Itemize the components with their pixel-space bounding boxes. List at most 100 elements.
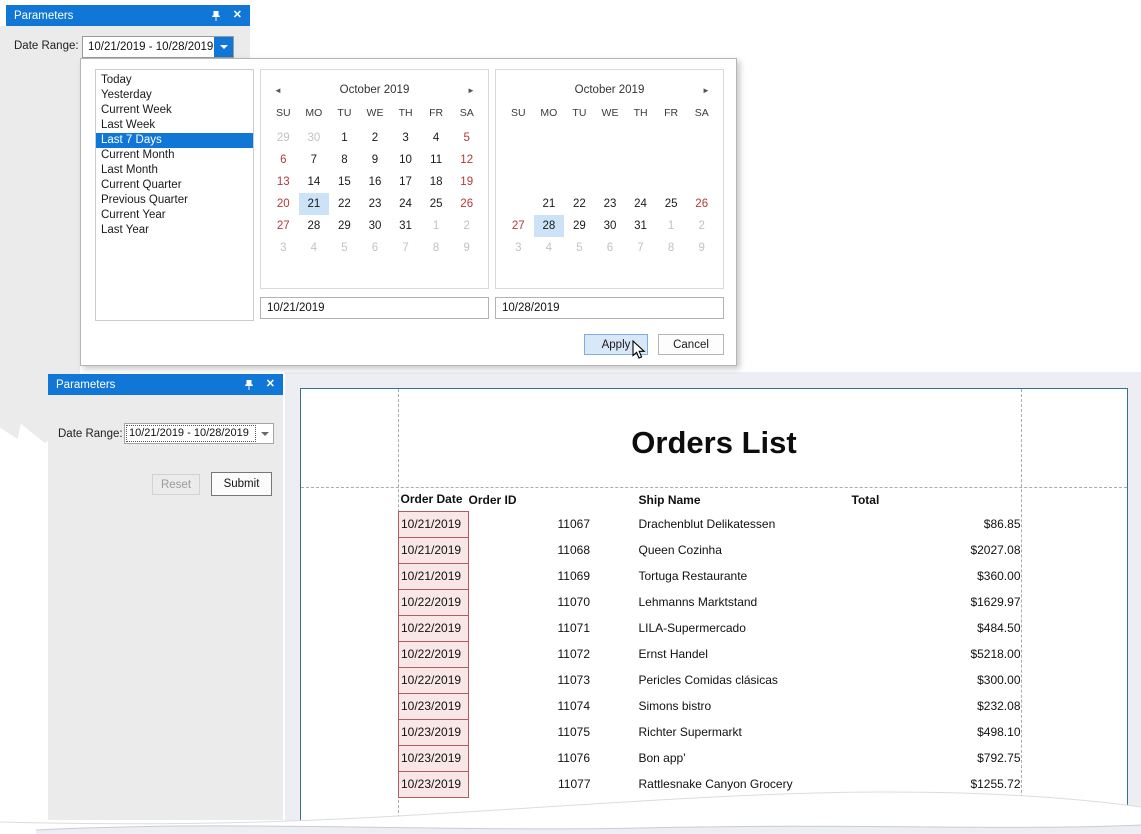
calendar-day[interactable]: 28 (534, 215, 565, 237)
calendar-day[interactable]: 30 (595, 215, 626, 237)
calendar-day[interactable]: 18 (421, 171, 452, 193)
calendar-day[interactable]: 8 (329, 149, 360, 171)
weekday-label: SU (268, 107, 299, 119)
calendar-day[interactable]: 27 (268, 215, 299, 237)
calendar-day[interactable]: 31 (390, 215, 421, 237)
calendar-day[interactable]: 30 (360, 215, 391, 237)
calendar-day[interactable]: 31 (625, 215, 656, 237)
calendar-day[interactable]: 5 (329, 237, 360, 259)
calendar-day[interactable]: 1 (329, 127, 360, 149)
calendar-day[interactable]: 12 (451, 149, 482, 171)
calendar-day[interactable]: 15 (329, 171, 360, 193)
calendar-day[interactable]: 21 (299, 193, 330, 215)
preset-item[interactable]: Current Week (96, 103, 253, 118)
calendar-day[interactable]: 1 (421, 215, 452, 237)
calendar-day[interactable]: 4 (421, 127, 452, 149)
reset-button[interactable]: Reset (152, 474, 200, 495)
calendar-day[interactable]: 7 (625, 237, 656, 259)
date-range-combobox-input[interactable] (83, 37, 214, 57)
date-range-combobox[interactable] (82, 36, 234, 58)
calendar-day[interactable]: 22 (564, 193, 595, 215)
calendar-day[interactable]: 2 (451, 215, 482, 237)
preset-item[interactable]: Last Year (96, 223, 253, 238)
calendar-day[interactable]: 29 (564, 215, 595, 237)
calendar-day[interactable]: 2 (360, 127, 391, 149)
preset-item[interactable]: Current Quarter (96, 178, 253, 193)
calendar-day[interactable]: 23 (595, 193, 626, 215)
calendar-day[interactable]: 21 (534, 193, 565, 215)
calendar-day[interactable]: 10 (390, 149, 421, 171)
date-range-label: Date Range: (14, 40, 79, 52)
date-range-combobox-value[interactable]: 10/21/2019 - 10/28/2019 (126, 425, 256, 442)
col-header-order-id: Order ID (469, 488, 599, 511)
calendar-day[interactable]: 29 (268, 127, 299, 149)
calendar-day[interactable]: 17 (390, 171, 421, 193)
calendar-day[interactable]: 25 (421, 193, 452, 215)
calendar-day[interactable]: 19 (451, 171, 482, 193)
calendar-next-icon[interactable]: ► (466, 86, 476, 95)
calendar-day[interactable]: 8 (421, 237, 452, 259)
cancel-button[interactable]: Cancel (658, 334, 724, 355)
preset-item[interactable]: Last 7 Days (96, 133, 253, 148)
dropdown-button[interactable] (214, 37, 233, 57)
calendar-day[interactable]: 4 (534, 237, 565, 259)
calendar-day[interactable]: 24 (625, 193, 656, 215)
calendar-day[interactable]: 9 (360, 149, 391, 171)
calendar-day[interactable]: 6 (268, 149, 299, 171)
preset-item[interactable]: Today (96, 73, 253, 88)
calendar-next-icon[interactable]: ► (701, 86, 711, 95)
calendar-day[interactable]: 9 (451, 237, 482, 259)
ship-name-cell: Tortuga Restaurante (599, 563, 852, 589)
submit-button[interactable]: Submit (211, 472, 272, 496)
calendar-day[interactable]: 7 (390, 237, 421, 259)
order-date-cell: 10/21/2019 (399, 537, 469, 563)
calendar-day[interactable]: 3 (503, 237, 534, 259)
pin-icon[interactable] (211, 10, 221, 22)
date-range-combobox[interactable]: 10/21/2019 - 10/28/2019 (124, 423, 274, 444)
preset-item[interactable]: Yesterday (96, 88, 253, 103)
preset-item[interactable]: Current Year (96, 208, 253, 223)
preset-item[interactable]: Previous Quarter (96, 193, 253, 208)
calendar-day[interactable]: 6 (360, 237, 391, 259)
calendar-day[interactable]: 28 (299, 215, 330, 237)
calendar-day[interactable]: 25 (656, 193, 687, 215)
calendar-day[interactable]: 13 (268, 171, 299, 193)
pin-icon[interactable] (244, 379, 254, 391)
calendar-day[interactable]: 7 (299, 149, 330, 171)
end-date-input[interactable] (495, 297, 724, 319)
start-date-input[interactable] (260, 297, 489, 319)
preset-item[interactable]: Current Month (96, 148, 253, 163)
calendar-day[interactable]: 6 (595, 237, 626, 259)
close-icon[interactable]: ✕ (266, 379, 275, 390)
calendar-day[interactable]: 5 (451, 127, 482, 149)
dropdown-button[interactable] (257, 424, 273, 443)
order-id-cell: 11069 (469, 563, 599, 589)
calendar-day[interactable]: 11 (421, 149, 452, 171)
calendar-day[interactable]: 26 (686, 193, 717, 215)
parameters-panel-titlebar: Parameters ✕ (6, 5, 250, 26)
calendar-day[interactable]: 8 (656, 237, 687, 259)
close-icon[interactable]: ✕ (233, 10, 242, 21)
calendar-day[interactable]: 30 (299, 127, 330, 149)
weekday-label: MO (299, 107, 330, 119)
calendar-day[interactable]: 16 (360, 171, 391, 193)
calendar-day[interactable]: 5 (564, 237, 595, 259)
calendar-day[interactable]: 9 (686, 237, 717, 259)
calendar-day[interactable]: 29 (329, 215, 360, 237)
calendar-day[interactable]: 24 (390, 193, 421, 215)
calendar-day[interactable]: 22 (329, 193, 360, 215)
calendar-day[interactable]: 23 (360, 193, 391, 215)
calendar-day[interactable]: 4 (299, 237, 330, 259)
calendar-prev-icon[interactable]: ◄ (273, 86, 283, 95)
calendar-day[interactable]: 14 (299, 171, 330, 193)
calendar-day[interactable]: 3 (268, 237, 299, 259)
calendar-day[interactable]: 3 (390, 127, 421, 149)
preset-item[interactable]: Last Month (96, 163, 253, 178)
calendar-day[interactable]: 1 (656, 215, 687, 237)
calendar-day[interactable]: 27 (503, 215, 534, 237)
calendar-day[interactable]: 26 (451, 193, 482, 215)
calendar-day[interactable]: 20 (268, 193, 299, 215)
preset-item[interactable]: Last Week (96, 118, 253, 133)
calendar-day-empty (686, 171, 717, 193)
calendar-day[interactable]: 2 (686, 215, 717, 237)
